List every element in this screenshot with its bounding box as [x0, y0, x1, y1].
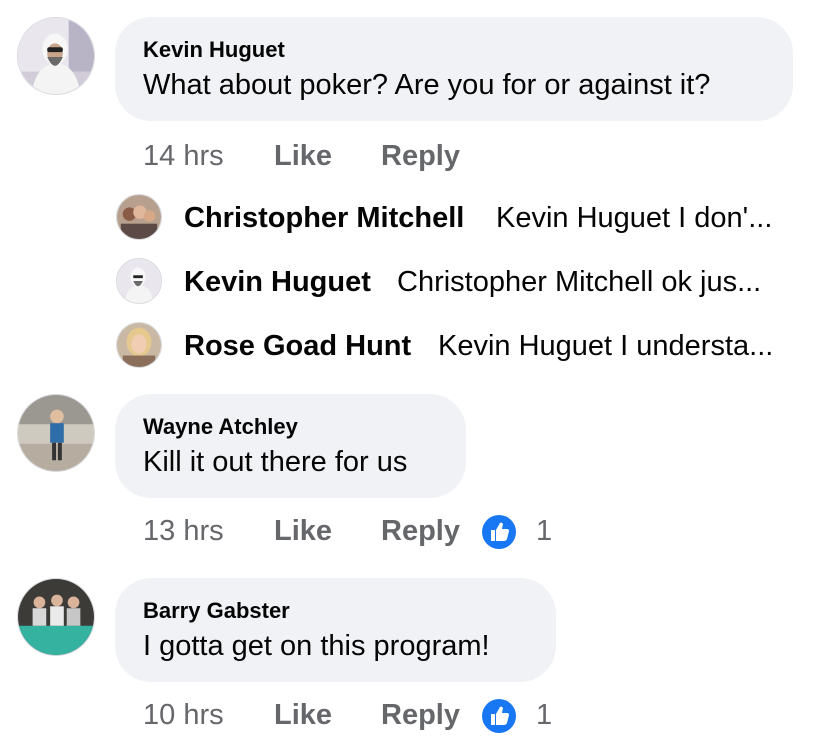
comment-timestamp[interactable]: 10 hrs [143, 699, 224, 732]
reply-author[interactable]: Kevin Huguet [184, 266, 371, 299]
comment-author[interactable]: Kevin Huguet [143, 37, 285, 63]
avatar[interactable] [17, 394, 95, 472]
comment-bubble[interactable]: Wayne Atchley Kill it out there for us [115, 394, 466, 498]
comment-author[interactable]: Barry Gabster [143, 598, 290, 624]
comment-text: I gotta get on this program! [143, 630, 490, 662]
like-button[interactable]: Like [274, 140, 332, 173]
like-button[interactable]: Like [274, 699, 332, 732]
reply-button[interactable]: Reply [381, 140, 460, 173]
avatar[interactable] [116, 322, 162, 368]
reaction-count[interactable]: 1 [536, 699, 552, 732]
comment-bubble[interactable]: Kevin Huguet What about poker? Are you f… [115, 17, 793, 121]
reply-item[interactable]: Rose Goad Hunt Kevin Huguet I understa..… [116, 322, 816, 370]
reply-text: Kevin Huguet I don'... [496, 202, 773, 234]
comment-text: What about poker? Are you for or against… [143, 69, 711, 101]
reaction-count[interactable]: 1 [536, 515, 552, 548]
avatar[interactable] [17, 17, 95, 95]
comment-text: Kill it out there for us [143, 446, 408, 478]
comment-bubble[interactable]: Barry Gabster I gotta get on this progra… [115, 578, 556, 682]
reply-button[interactable]: Reply [381, 699, 460, 732]
reply-item[interactable]: Kevin Huguet Christopher Mitchell ok jus… [116, 258, 816, 306]
reply-author[interactable]: Rose Goad Hunt [184, 330, 411, 363]
reply-text: Kevin Huguet I understa... [438, 330, 774, 362]
like-button[interactable]: Like [274, 515, 332, 548]
comment-timestamp[interactable]: 13 hrs [143, 515, 224, 548]
avatar[interactable] [116, 258, 162, 304]
thumbs-up-icon[interactable] [482, 515, 516, 549]
reply-button[interactable]: Reply [381, 515, 460, 548]
comment-timestamp[interactable]: 14 hrs [143, 140, 224, 173]
reply-text: Christopher Mitchell ok jus... [397, 266, 762, 298]
reply-item[interactable]: Christopher Mitchell Kevin Huguet I don'… [116, 194, 816, 242]
avatar[interactable] [17, 578, 95, 656]
reply-author[interactable]: Christopher Mitchell [184, 202, 464, 235]
thumbs-up-icon[interactable] [482, 699, 516, 733]
comment-author[interactable]: Wayne Atchley [143, 414, 298, 440]
avatar[interactable] [116, 194, 162, 240]
